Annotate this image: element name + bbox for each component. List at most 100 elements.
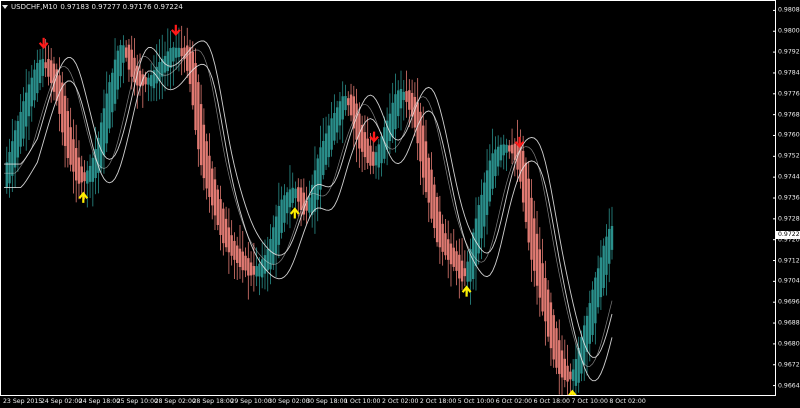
bear-candle xyxy=(524,162,528,222)
time-tick-label: 28 Sep 02:00 xyxy=(154,398,196,405)
bear-candle xyxy=(447,239,450,260)
middle-band-line xyxy=(4,49,613,367)
bull-candle xyxy=(488,160,492,202)
bull-candle xyxy=(258,263,261,277)
bull-candle xyxy=(277,205,281,245)
bull-candle xyxy=(483,182,486,227)
bull-candle xyxy=(41,58,45,76)
time-tick-label: 1 Oct 10:00 xyxy=(344,398,381,405)
price-tick-label: 0.97685 xyxy=(778,111,800,119)
bull-candle xyxy=(344,96,347,111)
bull-candle xyxy=(374,152,378,166)
bear-candle xyxy=(233,240,236,260)
bull-candle xyxy=(333,112,336,141)
bear-candle xyxy=(416,102,419,144)
bear-candle xyxy=(74,148,78,181)
bull-candle xyxy=(480,194,483,239)
bear-candle xyxy=(144,77,147,85)
bear-candle xyxy=(213,179,217,216)
bull-candle xyxy=(610,226,614,250)
bull-candle xyxy=(285,192,289,214)
bear-candle xyxy=(527,178,530,243)
bull-candle xyxy=(5,162,8,188)
time-tick-label: 30 Sep 02:00 xyxy=(268,398,310,405)
time-tick-label: 28 Sep 18:00 xyxy=(192,398,234,405)
price-tick-label: 0.97605 xyxy=(778,131,800,139)
bull-candle xyxy=(291,187,294,203)
price-tick-label: 0.97445 xyxy=(778,173,800,181)
price-tick-label: 0.97925 xyxy=(778,48,800,56)
bull-candle xyxy=(397,90,400,117)
bull-candle xyxy=(505,144,508,153)
bear-candle xyxy=(205,141,208,189)
bear-candle xyxy=(549,302,553,349)
bear-candle xyxy=(227,227,231,253)
bear-candle xyxy=(544,277,547,322)
bear-candle xyxy=(405,91,408,102)
bear-candle xyxy=(69,127,72,165)
bear-candle xyxy=(369,145,372,166)
bear-candle xyxy=(49,60,53,83)
bear-candle xyxy=(44,62,47,69)
bull-candle xyxy=(274,216,278,254)
price-plot[interactable] xyxy=(0,0,776,396)
bull-candle xyxy=(280,199,283,233)
bear-candle xyxy=(363,132,367,158)
bull-candle xyxy=(574,359,578,386)
bull-candle xyxy=(322,141,325,176)
price-tick-label: 0.96965 xyxy=(778,298,800,306)
time-tick-label: 2 Oct 02:00 xyxy=(382,398,419,405)
chevron-down-icon[interactable] xyxy=(2,5,8,9)
bear-candle xyxy=(83,172,86,182)
bull-candle xyxy=(602,245,605,288)
bull-candle xyxy=(399,88,403,109)
bear-candle xyxy=(444,233,447,256)
bear-candle xyxy=(202,124,206,179)
bear-candle xyxy=(72,139,75,172)
bull-candle xyxy=(585,315,589,352)
time-tick-label: 29 Sep 10:00 xyxy=(230,398,272,405)
bull-candle xyxy=(33,69,36,101)
bull-candle xyxy=(255,266,258,277)
time-tick-label: 2 Oct 18:00 xyxy=(419,398,457,405)
bull-candle xyxy=(388,113,392,142)
bear-candle xyxy=(66,111,70,159)
bull-candle xyxy=(102,108,106,156)
time-tick-label: 24 Sep 02:00 xyxy=(40,398,83,405)
price-tick-label: 0.96645 xyxy=(778,382,800,390)
price-tick-label: 0.96725 xyxy=(778,361,800,369)
time-tick-label: 30 Sep 18:00 xyxy=(306,398,348,405)
bear-candle xyxy=(460,260,464,282)
bear-candle xyxy=(438,211,442,248)
bull-candle xyxy=(27,84,31,117)
bear-candle xyxy=(566,365,569,382)
bull-candle xyxy=(169,48,172,68)
bear-candle xyxy=(541,263,544,312)
bear-candle xyxy=(449,243,453,265)
price-tick-label: 0.97045 xyxy=(778,277,800,285)
bull-candle xyxy=(13,130,17,168)
bear-candle xyxy=(186,45,189,71)
price-tick-label: 0.97205 xyxy=(778,236,800,244)
bear-candle xyxy=(241,251,244,271)
bull-candle xyxy=(88,165,92,182)
chart-window[interactable]: USDCHF,M10 0.97183 0.97277 0.97176 0.972… xyxy=(0,0,800,408)
bear-candle xyxy=(211,168,214,206)
time-tick-label: 6 Oct 02:00 xyxy=(495,398,533,405)
sell-arrow-icon xyxy=(369,131,379,143)
bull-candle xyxy=(571,369,575,381)
bull-candle xyxy=(327,125,331,158)
bull-candle xyxy=(391,102,394,138)
bear-candle xyxy=(366,138,369,163)
bull-candle xyxy=(335,107,339,133)
bull-candle xyxy=(119,45,122,77)
bear-candle xyxy=(535,233,539,286)
buy-arrow-icon xyxy=(78,191,89,203)
bull-candle xyxy=(380,136,383,164)
bull-candle xyxy=(22,101,25,139)
bear-candle xyxy=(180,48,183,57)
bear-candle xyxy=(569,371,572,380)
bear-candle xyxy=(252,266,256,275)
price-tick-label: 0.98085 xyxy=(778,6,800,14)
price-tick-label: 0.97525 xyxy=(778,152,800,160)
